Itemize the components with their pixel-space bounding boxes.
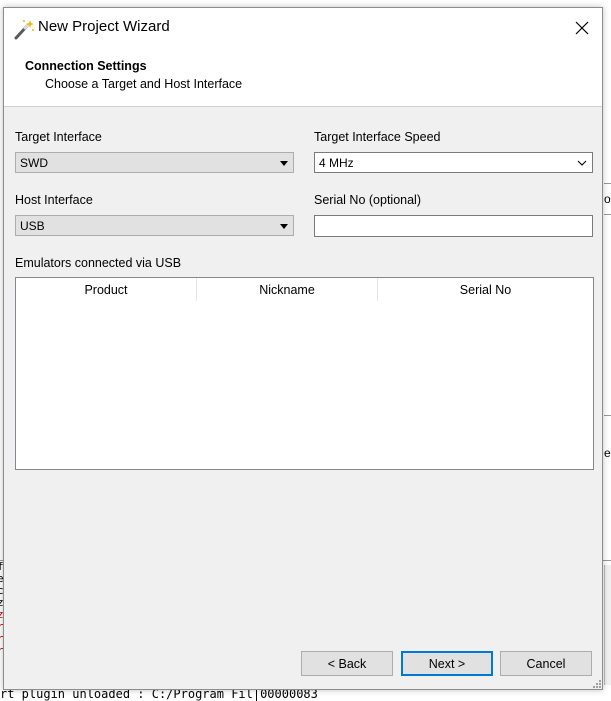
target-interface-label: Target Interface — [15, 130, 102, 144]
chevron-down-icon — [577, 160, 587, 166]
next-button[interactable]: Next > — [401, 651, 493, 676]
target-speed-label: Target Interface Speed — [314, 130, 441, 144]
column-header-nickname[interactable]: Nickname — [197, 278, 378, 301]
host-interface-select[interactable]: USB — [15, 215, 294, 236]
serial-no-label: Serial No (optional) — [314, 193, 421, 207]
target-speed-select[interactable]: 4 MHz — [314, 152, 593, 173]
page-title: Connection Settings — [25, 59, 147, 73]
emulators-list-header: Product Nickname Serial No — [16, 278, 593, 301]
wand-icon — [14, 20, 34, 40]
background-panel-edge: o — [604, 183, 611, 215]
target-speed-value: 4 MHz — [319, 156, 354, 170]
dropdown-arrow-icon — [280, 161, 288, 166]
target-interface-value: SWD — [20, 156, 48, 170]
host-interface-value: USB — [20, 219, 45, 233]
background-panel-edge-lower: e — [604, 415, 611, 491]
background-glyph: o — [604, 192, 611, 206]
page-subtitle: Choose a Target and Host Interface — [45, 77, 243, 91]
serial-no-input[interactable] — [314, 215, 593, 237]
dropdown-arrow-icon — [280, 224, 288, 229]
host-interface-label: Host Interface — [15, 193, 93, 207]
column-header-product[interactable]: Product — [16, 278, 197, 301]
target-interface-select[interactable]: SWD — [15, 152, 294, 173]
console-scrollbar — [604, 565, 611, 685]
column-header-serial-no[interactable]: Serial No — [378, 278, 593, 301]
new-project-wizard-dialog: New Project Wizard Connection Settings C… — [3, 7, 603, 690]
close-button[interactable] — [566, 14, 598, 42]
background-glyph-lower: e — [604, 446, 611, 460]
resize-grip-icon[interactable] — [592, 679, 602, 689]
emulators-label: Emulators connected via USB — [15, 256, 182, 270]
cancel-button[interactable]: Cancel — [500, 651, 592, 676]
close-icon — [575, 21, 589, 35]
title-bar[interactable]: New Project Wizard — [4, 8, 602, 48]
window-title: New Project Wizard — [38, 18, 170, 35]
back-button[interactable]: < Back — [301, 651, 393, 676]
wizard-header: Connection Settings Choose a Target and … — [4, 48, 602, 107]
emulators-list[interactable]: Product Nickname Serial No — [15, 277, 594, 470]
